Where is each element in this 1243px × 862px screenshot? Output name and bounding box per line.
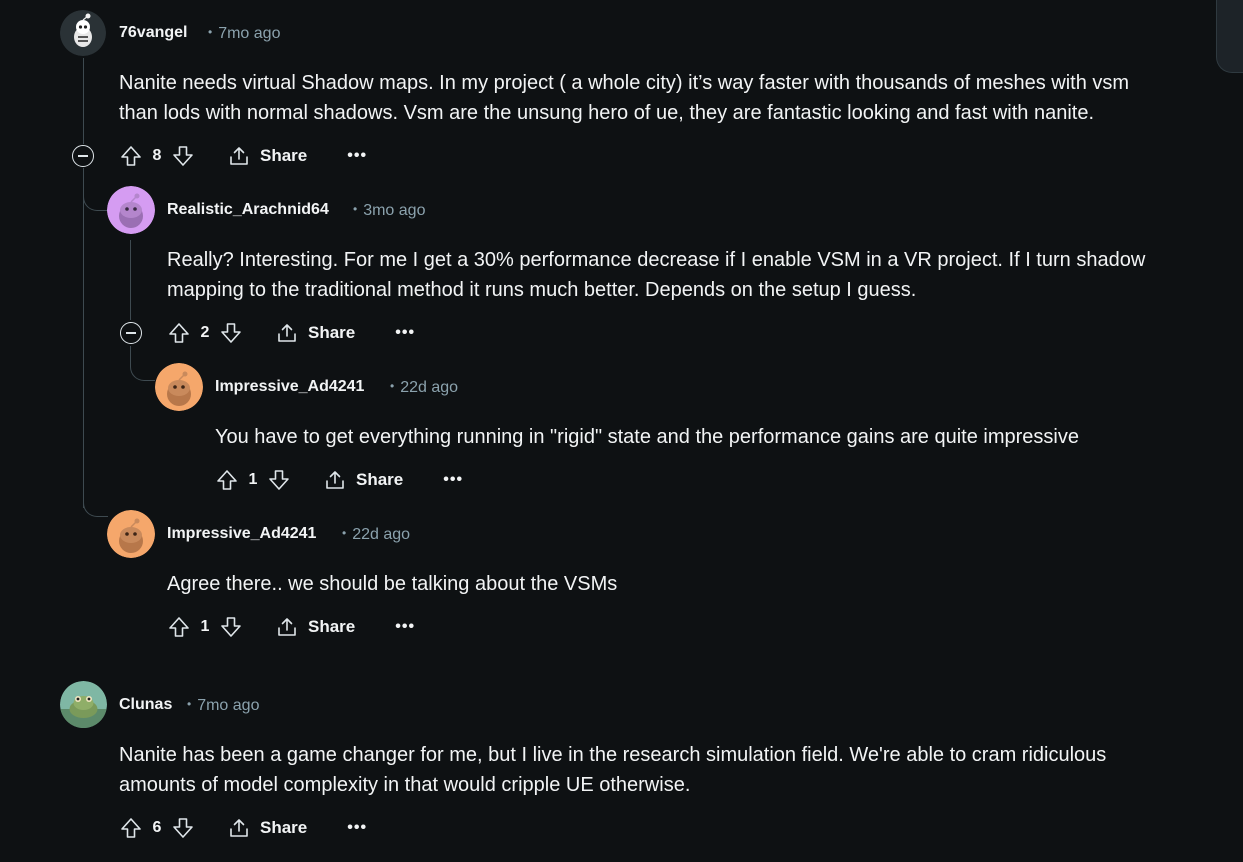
share-icon (278, 324, 296, 342)
timestamp-text: 22d ago (400, 379, 459, 396)
more-options-button[interactable]: ••• (347, 147, 367, 165)
more-options-button[interactable]: ••• (395, 618, 415, 636)
avatar[interactable] (155, 363, 203, 411)
downvote-icon[interactable] (266, 467, 292, 493)
comment-username[interactable]: Impressive_Ad4241 (215, 378, 364, 396)
comment-timestamp: • 22d ago (342, 526, 411, 543)
collapse-thread-button[interactable] (120, 322, 142, 344)
comment-timestamp: • 3mo ago (353, 202, 426, 219)
comment-username[interactable]: Realistic_Arachnid64 (167, 201, 329, 219)
avatar[interactable] (107, 510, 155, 558)
thread-line-root (83, 58, 84, 144)
comment-timestamp: • 22d ago (390, 379, 459, 396)
comment-timestamp: • 7mo ago (187, 697, 260, 714)
comment-action-bar: 6 Share ••• (118, 814, 367, 842)
comment-username[interactable]: 76vangel (119, 24, 187, 42)
avatar[interactable] (107, 186, 155, 234)
share-button[interactable]: Share (276, 616, 355, 638)
comment-body: Really? Interesting. For me I get a 30% … (167, 245, 1145, 305)
timestamp-text: 7mo ago (218, 25, 281, 42)
comment-body-line: Nanite needs virtual Shadow maps. In my … (119, 72, 1130, 94)
share-label: Share (308, 617, 356, 636)
comment-body: Nanite has been a game changer for me, b… (119, 740, 1106, 800)
upvote-icon[interactable] (214, 467, 240, 493)
upvote-icon[interactable] (166, 614, 192, 640)
timestamp-text: 7mo ago (197, 697, 260, 714)
upvote-icon[interactable] (166, 320, 192, 346)
comment-body-line: than lods with normal shadows. Vsm are t… (119, 102, 1095, 124)
comment-body: Agree there.. we should be talking about… (167, 569, 617, 599)
comment-action-bar: 1 Share ••• (166, 613, 415, 641)
comment-body-line: amounts of model complexity in that woul… (119, 774, 691, 796)
more-options-button[interactable]: ••• (395, 324, 415, 342)
share-button[interactable]: Share (324, 469, 403, 491)
vote-score: 6 (152, 819, 162, 836)
comment-username[interactable]: Impressive_Ad4241 (167, 525, 316, 543)
upvote-icon[interactable] (118, 143, 144, 169)
share-label: Share (260, 818, 308, 837)
comment-action-bar: 8 Share ••• (118, 142, 367, 170)
timestamp-text: 3mo ago (363, 202, 426, 219)
downvote-icon[interactable] (218, 320, 244, 346)
scroll-corner-panel (1216, 0, 1243, 73)
downvote-icon[interactable] (170, 143, 196, 169)
downvote-icon[interactable] (170, 815, 196, 841)
thread-line-level2 (130, 240, 131, 320)
thread-line-root-lower (83, 168, 84, 508)
timestamp-text: 22d ago (352, 526, 411, 543)
comment-body-line: You have to get everything running in "r… (215, 426, 1079, 448)
share-button[interactable]: Share (228, 145, 307, 167)
more-options-button[interactable]: ••• (443, 471, 463, 489)
comment-body-line: Nanite has been a game changer for me, b… (119, 744, 1107, 766)
comment-timestamp: • 7mo ago (208, 25, 281, 42)
avatar[interactable] (60, 681, 107, 728)
comment-action-bar: 1 Share ••• (214, 466, 463, 494)
comment-body: You have to get everything running in "r… (215, 422, 1079, 452)
share-icon (326, 471, 344, 489)
downvote-icon[interactable] (218, 614, 244, 640)
collapse-thread-button[interactable] (72, 145, 94, 167)
share-button[interactable]: Share (228, 817, 307, 839)
vote-score: 1 (248, 471, 258, 488)
comment-body-line: Agree there.. we should be talking about… (167, 573, 618, 595)
share-label: Share (260, 146, 308, 165)
thread-branch-curve (130, 346, 155, 381)
vote-score: 2 (200, 324, 210, 341)
comment-body-line: Really? Interesting. For me I get a 30% … (167, 249, 1146, 271)
share-label: Share (308, 323, 356, 342)
share-icon (278, 618, 296, 636)
thread-branch-curve (83, 178, 108, 211)
share-label: Share (356, 470, 404, 489)
comment-body: Nanite needs virtual Shadow maps. In my … (119, 68, 1129, 128)
share-button[interactable]: Share (276, 322, 355, 344)
comment-action-bar: 2 Share ••• (166, 319, 415, 347)
comment-username[interactable]: Clunas (119, 696, 172, 714)
avatar[interactable] (60, 10, 106, 56)
vote-score: 8 (152, 147, 162, 164)
comment-body-line: mapping to the traditional method it run… (167, 279, 917, 301)
vote-score: 1 (200, 618, 210, 635)
share-icon (230, 819, 248, 837)
more-options-button[interactable]: ••• (347, 819, 367, 837)
thread-branch-curve (83, 490, 108, 517)
share-icon (230, 147, 248, 165)
upvote-icon[interactable] (118, 815, 144, 841)
